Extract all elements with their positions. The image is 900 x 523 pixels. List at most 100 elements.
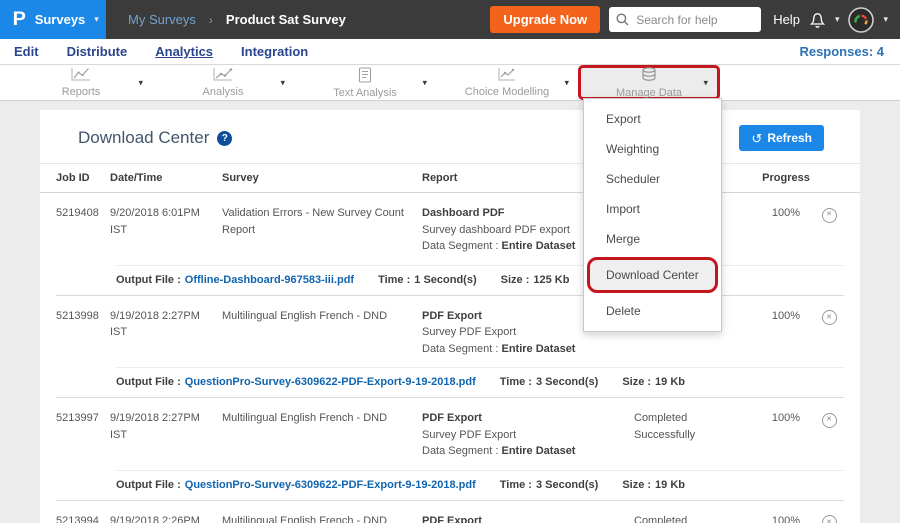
col-header-progress: Progress [758,172,814,184]
toolbar-analysis[interactable]: Analysis ▾ [152,65,294,100]
breadcrumb-my-surveys[interactable]: My Surveys [128,12,196,27]
breadcrumb-separator-icon: › [209,13,213,27]
tab-distribute[interactable]: Distribute [67,44,128,59]
chevron-down-icon[interactable]: ▾ [422,77,427,88]
cancel-job-icon[interactable]: ✕ [822,310,837,325]
toolbar-reports-label: Reports [62,87,101,98]
help-search-box[interactable] [609,7,761,32]
help-link[interactable]: Help [773,12,800,27]
time-value: 3 Second(s) [536,376,598,388]
job-progress: 100% [758,513,814,523]
job-datetime: 9/19/2018 2:26PM IST [110,513,222,523]
segment-label: Data Segment : [422,240,498,252]
product-menu[interactable]: P Surveys ▾ [0,0,106,39]
segment-value: Entire Dataset [502,445,576,457]
menu-item-export[interactable]: Export [584,104,721,134]
chevron-down-icon[interactable]: ▾ [703,77,708,88]
notifications-bell-icon[interactable] [809,11,826,29]
job-id: 5213998 [56,308,110,358]
toolbar-choice-modelling[interactable]: Choice Modelling ▾ [436,65,578,100]
size-label: Size : [622,479,651,491]
menu-item-download-center[interactable]: Download Center [587,257,718,293]
time-value: 3 Second(s) [536,479,598,491]
cancel-job-icon[interactable]: ✕ [822,515,837,523]
toolbar-text-analysis-label: Text Analysis [333,88,397,99]
job-datetime: 9/19/2018 2:27PM IST [110,410,222,460]
line-chart-icon [70,67,92,86]
job-progress: 100% [758,410,814,460]
time-label: Time : [500,479,532,491]
table-row: 5213997 9/19/2018 2:27PM IST Multilingua… [56,398,844,501]
topbar: P Surveys ▾ My Surveys › Product Sat Sur… [0,0,900,39]
database-icon [640,67,658,87]
help-icon[interactable]: ? [217,131,232,146]
segment-label: Data Segment : [422,343,498,355]
table-row: 5213994 9/19/2018 2:26PM IST Multilingua… [56,501,844,523]
output-file-row: Output File : QuestionPro-Survey-6309622… [116,367,844,397]
analytics-toolbar: Reports ▾ Analysis ▾ Text Analysis ▾ [0,65,900,101]
toolbar-text-analysis[interactable]: Text Analysis ▾ [294,65,436,100]
menu-item-delete[interactable]: Delete [584,296,721,326]
col-header-actions [814,172,844,184]
card-header: Download Center ? ↺ Refresh [40,110,860,163]
job-report: PDF Export Survey PDF Export Data Segmen… [422,410,634,460]
choice-chart-icon [497,67,517,86]
page: P Surveys ▾ My Surveys › Product Sat Sur… [0,0,900,523]
trend-chart-icon [212,67,234,86]
col-header-job-id: Job ID [56,172,110,184]
job-survey: Multilingual English French - DND [222,410,422,460]
upgrade-now-button[interactable]: Upgrade Now [490,6,600,33]
search-input[interactable] [634,12,754,28]
page-title: Download Center [78,128,209,148]
product-menu-label: Surveys [35,12,86,27]
chevron-down-icon[interactable]: ▾ [883,15,888,24]
download-center-panel: Download Center ? ↺ Refresh Job ID Date/… [40,110,860,523]
toolbar-analysis-label: Analysis [203,87,244,98]
menu-item-import[interactable]: Import [584,194,721,224]
chevron-down-icon[interactable]: ▾ [138,77,143,88]
refresh-button[interactable]: ↺ Refresh [739,125,824,151]
time-label: Time : [500,376,532,388]
job-id: 5213997 [56,410,110,460]
job-progress: 100% [758,308,814,358]
chevron-down-icon[interactable]: ▾ [835,15,840,24]
questionpro-logo: P [13,9,26,31]
refresh-icon: ↺ [751,132,762,145]
search-icon [616,13,629,26]
report-title: PDF Export [422,513,622,523]
chevron-down-icon[interactable]: ▾ [280,77,285,88]
cancel-job-icon[interactable]: ✕ [822,208,837,223]
chevron-down-icon[interactable]: ▾ [564,77,569,88]
output-file-row: Output File : QuestionPro-Survey-6309622… [116,470,844,500]
table-row: 5213998 9/19/2018 2:27PM IST Multilingua… [56,296,844,399]
col-header-survey: Survey [222,172,422,184]
tab-integration[interactable]: Integration [241,44,308,59]
menu-item-scheduler[interactable]: Scheduler [584,164,721,194]
size-value: 19 Kb [655,376,685,388]
chevron-down-icon: ▾ [94,15,99,24]
tab-analytics[interactable]: Analytics [155,44,213,59]
toolbar-manage-data-label: Manage Data [616,88,682,99]
toolbar-manage-data[interactable]: Manage Data ▾ [578,65,720,100]
job-survey: Validation Errors - New Survey Count Rep… [222,205,422,255]
size-label: Size : [622,376,651,388]
segment-label: Data Segment : [422,445,498,457]
text-document-icon [357,67,373,87]
size-label: Size : [501,274,530,286]
cancel-job-icon[interactable]: ✕ [822,413,837,428]
segment-value: Entire Dataset [502,240,576,252]
toolbar-reports[interactable]: Reports ▾ [10,65,152,100]
report-desc: Survey PDF Export [422,427,622,444]
output-file-link[interactable]: Offline-Dashboard-967583-iii.pdf [185,274,354,286]
col-header-datetime: Date/Time [110,172,222,184]
responses-count[interactable]: Responses: 4 [799,44,900,59]
menu-item-merge[interactable]: Merge [584,224,721,254]
output-file-link[interactable]: QuestionPro-Survey-6309622-PDF-Export-9-… [185,376,476,388]
output-file-link[interactable]: QuestionPro-Survey-6309622-PDF-Export-9-… [185,479,476,491]
tab-edit[interactable]: Edit [14,44,39,59]
job-id: 5219408 [56,205,110,255]
job-survey: Multilingual English French - DND [222,513,422,523]
avatar[interactable] [848,7,874,33]
manage-data-dropdown: Export Weighting Scheduler Import Merge … [583,98,722,332]
menu-item-weighting[interactable]: Weighting [584,134,721,164]
